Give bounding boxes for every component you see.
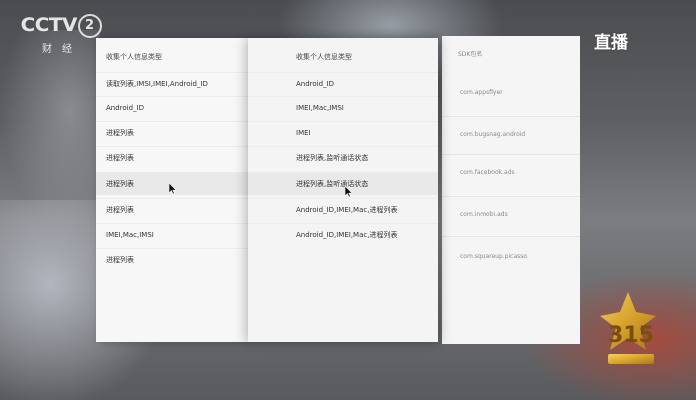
list-item[interactable]: com.appsflyer <box>442 86 580 100</box>
cctv2-logo: CCTV 2 财经 <box>20 14 102 55</box>
list-item[interactable]: Android_ID <box>248 72 438 95</box>
list-item[interactable]: Android_ID,IMEI,Mac,进程列表 <box>248 223 438 246</box>
video-frame: 收集个人信息类型 读取列表,IMSI,IMEI,Android_ID Andro… <box>0 0 696 400</box>
divider <box>442 116 580 117</box>
315-badge-icon: 315 <box>600 292 656 364</box>
list-item[interactable]: Android_ID,IMEI,Mac,进程列表 <box>248 198 438 221</box>
badge-text: 315 <box>608 323 654 348</box>
list-item[interactable]: Android_ID <box>96 96 248 119</box>
live-label: 直播 <box>594 33 628 53</box>
right-panel-header: SDK包名 <box>458 51 483 58</box>
mid-panel-header: 收集个人信息类型 <box>296 53 352 61</box>
list-item[interactable]: 进程列表 <box>96 248 248 271</box>
list-item[interactable]: 进程列表 <box>96 121 248 144</box>
mouse-cursor-icon <box>169 183 177 195</box>
right-info-panel: SDK包名 com.appsflyer com.bugsnag.android … <box>442 36 580 344</box>
list-item[interactable]: com.facebook.ads <box>442 166 580 180</box>
middle-info-panel: 收集个人信息类型 Android_ID IMEI,Mac,IMSI IMEI 进… <box>248 38 438 342</box>
list-item[interactable]: com.bugsnag.android <box>442 128 580 142</box>
divider <box>442 196 580 197</box>
list-item-hovered[interactable]: 进程列表,监听通话状态 <box>248 172 438 195</box>
list-item[interactable]: IMEI,Mac,IMSI <box>96 223 248 246</box>
list-item[interactable]: 进程列表 <box>96 198 248 221</box>
list-item[interactable]: 进程列表,监听通话状态 <box>248 146 438 169</box>
divider <box>442 154 580 155</box>
list-item[interactable]: 进程列表 <box>96 146 248 169</box>
list-item[interactable]: IMEI,Mac,IMSI <box>248 96 438 119</box>
list-item[interactable]: IMEI <box>248 121 438 144</box>
mouse-cursor-icon <box>345 186 353 198</box>
logo-channel-number: 2 <box>77 14 102 38</box>
divider <box>442 236 580 237</box>
logo-channel-text: CCTV <box>20 14 78 36</box>
list-item[interactable]: 读取列表,IMSI,IMEI,Android_ID <box>96 72 248 95</box>
left-panel-header: 收集个人信息类型 <box>106 53 162 61</box>
list-item[interactable]: com.inmobi.ads <box>442 208 580 222</box>
logo-channel-sub: 财经 <box>42 44 82 55</box>
list-item[interactable]: com.squareup.picasso <box>442 250 580 264</box>
